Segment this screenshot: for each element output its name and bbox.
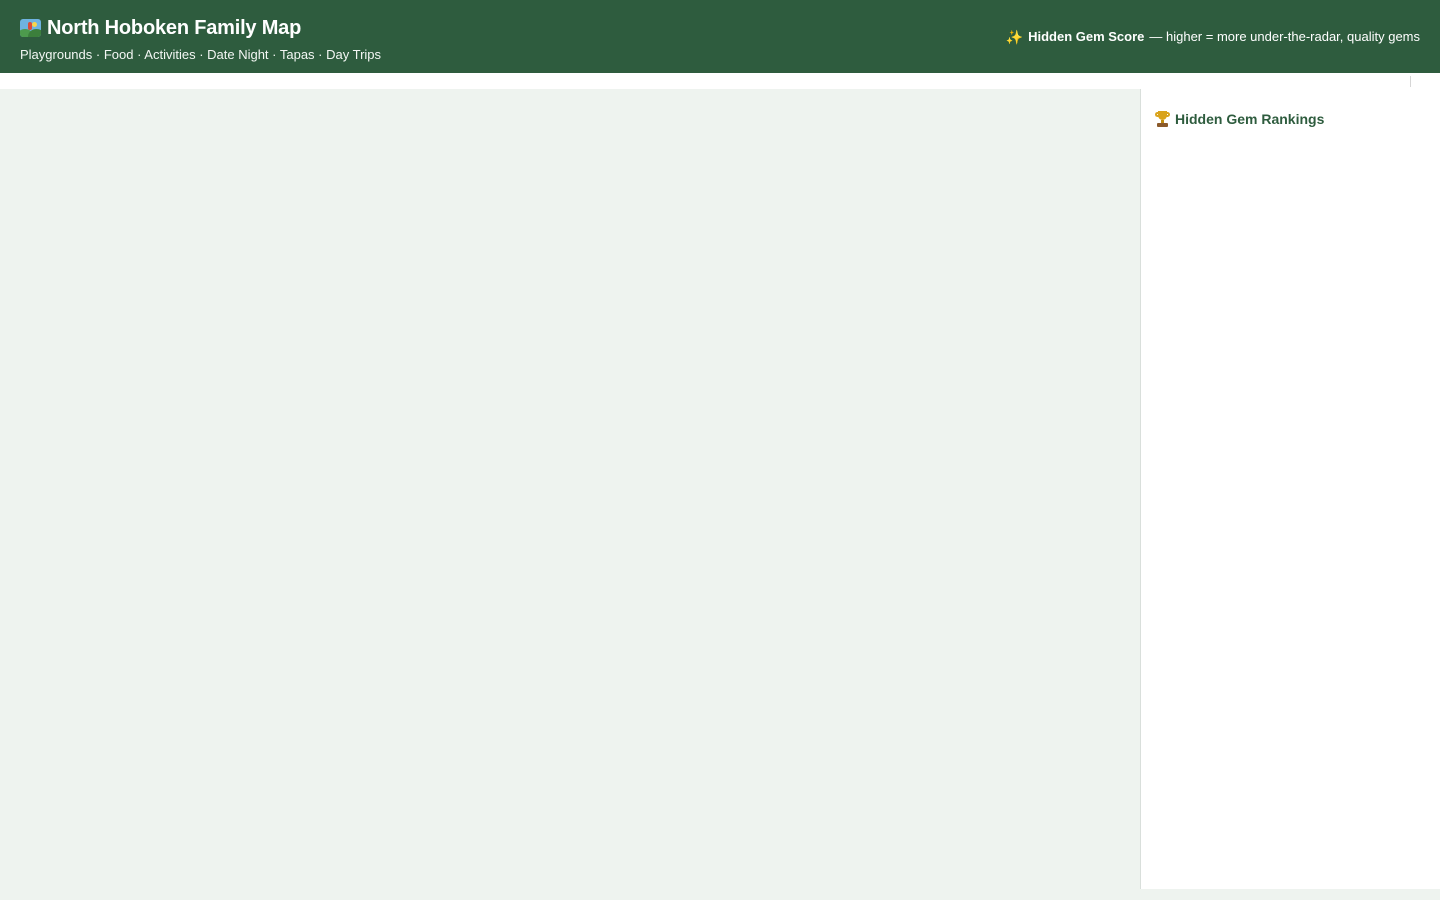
category-subtitle: Playgrounds · Food · Activities · Date N… [20, 47, 382, 62]
rankings-sidebar: Hidden Gem Rankings [1140, 89, 1440, 889]
rankings-heading-label: Hidden Gem Rankings [1175, 111, 1325, 127]
score-legend: ✨ Hidden Gem Score — higher = more under… [1006, 29, 1420, 44]
toolbar-strip [0, 73, 1440, 89]
bottom-strip [0, 889, 1440, 900]
rankings-heading: Hidden Gem Rankings [1154, 110, 1324, 128]
title-row: North Hoboken Family Map [20, 14, 381, 42]
score-label: Hidden Gem Score [1028, 29, 1145, 44]
world-map-icon [20, 19, 41, 37]
map-canvas[interactable] [0, 89, 1140, 889]
sparkles-icon: ✨ [1005, 28, 1024, 45]
toolbar-divider [1410, 76, 1411, 87]
header-title-block: North Hoboken Family Map Playgrounds · F… [20, 14, 381, 62]
app-header: North Hoboken Family Map Playgrounds · F… [0, 0, 1440, 73]
page-title: North Hoboken Family Map [47, 16, 302, 39]
trophy-icon [1154, 110, 1171, 128]
score-description: — higher = more under-the-radar, quality… [1149, 29, 1420, 44]
